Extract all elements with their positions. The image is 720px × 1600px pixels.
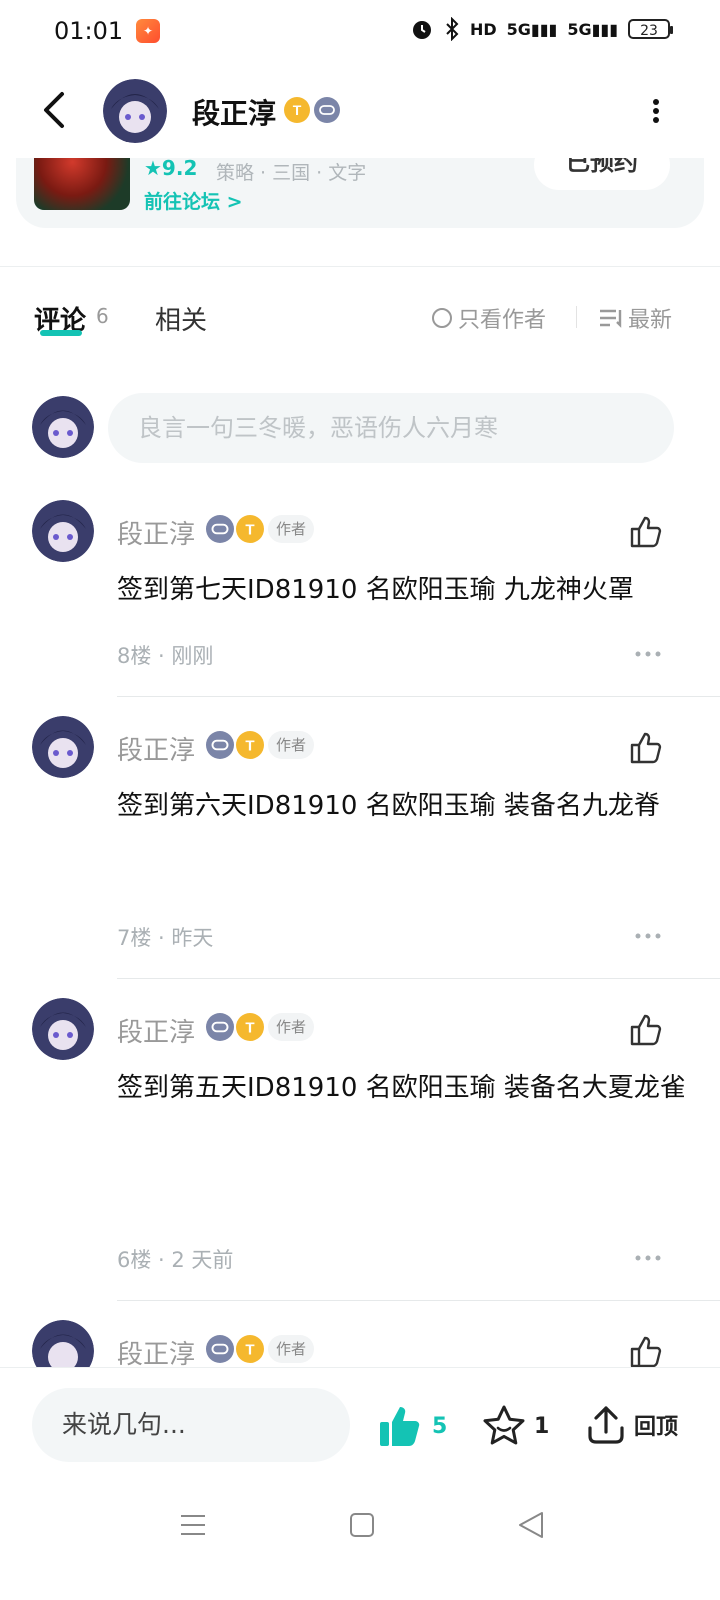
system-nav-bar xyxy=(0,1487,720,1600)
gamepad-badge-icon xyxy=(206,1335,234,1363)
comment-divider xyxy=(117,696,720,697)
comment-text: 签到第六天ID81910 名欧阳玉瑜 装备名九龙脊 xyxy=(117,791,660,821)
back-to-top-label: 回顶 xyxy=(634,1415,679,1440)
svg-text:T: T xyxy=(245,521,255,538)
more-horizontal-icon[interactable] xyxy=(634,1254,662,1262)
star-icon xyxy=(483,1405,525,1445)
home-icon[interactable] xyxy=(350,1513,374,1537)
comment-divider xyxy=(117,1300,720,1301)
upload-arrow-icon xyxy=(588,1406,624,1444)
thumbs-up-icon[interactable] xyxy=(628,1334,664,1367)
thumbs-up-icon[interactable] xyxy=(628,514,664,550)
nav-back-icon[interactable] xyxy=(518,1511,544,1539)
comment-avatar[interactable] xyxy=(32,716,94,778)
comment-badges: T 作者 xyxy=(206,1013,315,1041)
favorite-button[interactable]: 1 xyxy=(482,1404,549,1448)
gamepad-badge-icon xyxy=(314,97,340,123)
comment-text: 签到第七天ID81910 名欧阳玉瑜 九龙神火罩 xyxy=(117,575,634,605)
author-tag: 作者 xyxy=(268,731,315,759)
bottom-action-bar: 来说几句... 5 1 回顶 xyxy=(0,1367,720,1488)
header-user-name[interactable]: 段正淳 xyxy=(192,92,276,132)
author-tag: 作者 xyxy=(268,1013,315,1041)
thumbs-up-icon[interactable] xyxy=(628,730,664,766)
gamepad-badge-icon xyxy=(206,515,234,543)
gamepad-badge-icon xyxy=(206,731,234,759)
comment-avatar[interactable] xyxy=(32,998,94,1060)
back-to-top-button[interactable]: 回顶 xyxy=(586,1404,678,1446)
comment-author-name[interactable]: 段正淳 xyxy=(117,1334,195,1367)
comment-badges: T 作者 xyxy=(206,731,315,759)
comment-divider xyxy=(117,978,720,979)
comment-badges: T 作者 xyxy=(206,1335,315,1363)
comment-text: 签到第五天ID81910 名欧阳玉瑜 装备名大夏龙雀 xyxy=(117,1073,686,1103)
thumbs-up-icon[interactable] xyxy=(628,1012,664,1048)
header-badges: T xyxy=(284,97,340,123)
more-horizontal-icon[interactable] xyxy=(634,650,662,658)
user-avatar[interactable] xyxy=(103,79,167,143)
comment-author-name[interactable]: 段正淳 xyxy=(117,514,195,551)
gold-t-badge-icon: T xyxy=(236,515,264,543)
gold-t-badge-icon: T xyxy=(284,97,310,123)
more-horizontal-icon[interactable] xyxy=(634,932,662,940)
comment-avatar[interactable] xyxy=(32,1320,94,1367)
more-vertical-icon[interactable] xyxy=(644,96,668,126)
author-tag: 作者 xyxy=(268,515,315,543)
like-count: 5 xyxy=(432,1413,448,1439)
author-tag: 作者 xyxy=(268,1335,315,1363)
comment-author-name[interactable]: 段正淳 xyxy=(117,730,195,767)
svg-text:T: T xyxy=(245,737,255,754)
gold-t-badge-icon: T xyxy=(236,1335,264,1363)
comment-author-name[interactable]: 段正淳 xyxy=(117,1012,195,1049)
svg-text:T: T xyxy=(245,1341,255,1358)
like-button[interactable]: 5 xyxy=(378,1404,447,1448)
comment-meta: 6楼 · 2 天前 xyxy=(117,1248,234,1272)
header: 段正淳 T xyxy=(0,62,720,158)
gold-t-badge-icon: T xyxy=(236,1013,264,1041)
comment-avatar[interactable] xyxy=(32,500,94,562)
comment-badges: T 作者 xyxy=(206,515,315,543)
favorite-count: 1 xyxy=(534,1413,550,1439)
comment-meta: 8楼 · 刚刚 xyxy=(117,644,214,668)
gold-t-badge-icon: T xyxy=(236,731,264,759)
back-icon[interactable] xyxy=(36,88,76,132)
comment-list: 段正淳 T 作者 签到第七天ID81910 名欧阳玉瑜 九龙神火罩 8楼 · 刚… xyxy=(0,0,720,1367)
reply-input[interactable]: 来说几句... xyxy=(32,1388,350,1462)
thumbs-up-filled-icon xyxy=(380,1407,420,1446)
svg-text:T: T xyxy=(293,102,302,118)
menu-icon[interactable] xyxy=(180,1513,206,1537)
svg-text:T: T xyxy=(245,1019,255,1036)
comment-meta: 7楼 · 昨天 xyxy=(117,926,214,950)
gamepad-badge-icon xyxy=(206,1013,234,1041)
